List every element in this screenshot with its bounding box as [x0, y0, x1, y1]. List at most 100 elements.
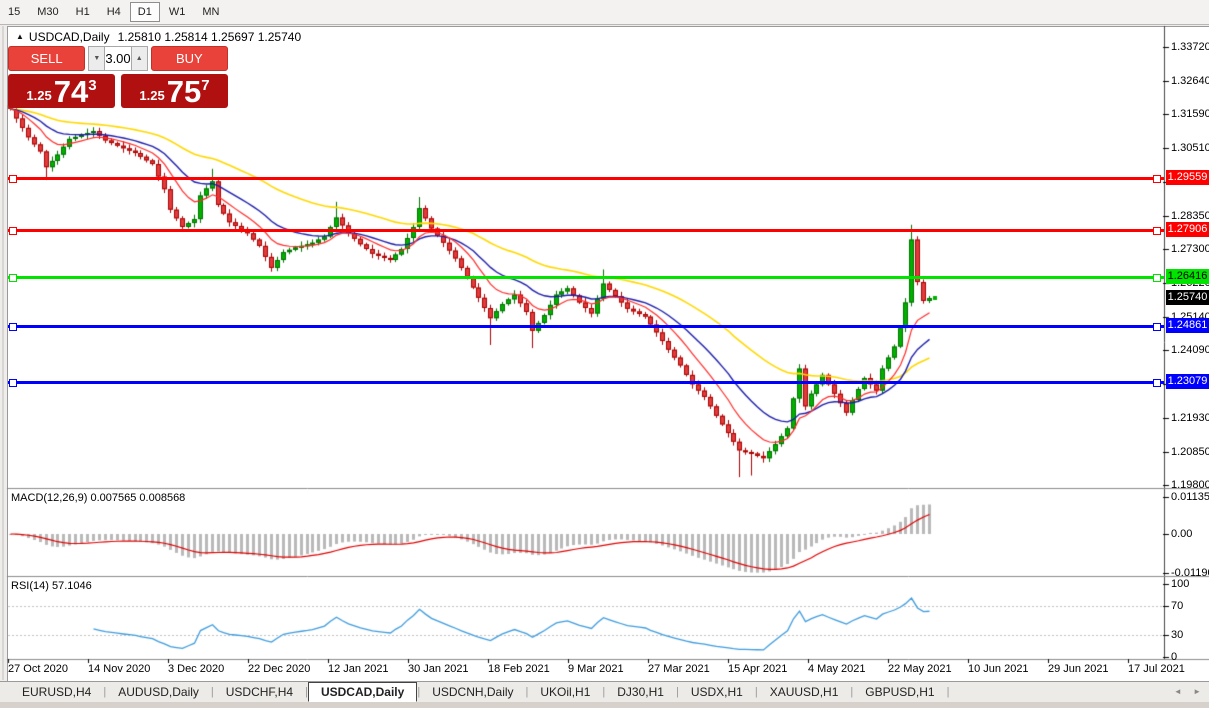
date-axis-label: 4 May 2021	[808, 663, 866, 675]
price-axis-label: 1.21930	[1171, 412, 1209, 424]
date-axis-label: 22 Dec 2020	[248, 663, 311, 675]
date-axis-label: 15 Apr 2021	[728, 663, 788, 675]
sell-button[interactable]: SELL	[8, 46, 86, 71]
tab-separator: |	[946, 686, 950, 698]
date-axis-label: 22 May 2021	[888, 663, 952, 675]
chart-title: ▲ USDCAD,Daily 1.25810 1.25814 1.25697 1.2…	[16, 30, 301, 44]
horizontal-line-1.26416[interactable]	[8, 274, 1164, 282]
buy-button[interactable]: BUY	[150, 46, 228, 71]
macd-values: 0.007565 0.008568	[90, 492, 186, 504]
chart-ohlc-values: 1.25810 1.25814 1.25697 1.25740	[117, 30, 302, 44]
period-button-h1[interactable]: H1	[68, 2, 98, 22]
price-tag-1.27906: 1.27906	[1166, 222, 1209, 237]
buy-price-prefix: 1.25	[139, 88, 165, 103]
price-axis-label: 1.28350	[1171, 210, 1209, 222]
rsi-axis-label: 30	[1171, 629, 1184, 641]
date-axis-label: 14 Nov 2020	[88, 663, 151, 675]
buy-price-display[interactable]: 1.25 75 7	[121, 74, 228, 108]
horizontal-line-1.23079[interactable]	[8, 379, 1164, 387]
tab-scroll-arrows: ◄ ►	[1165, 687, 1201, 696]
macd-axis-label: 0.00	[1171, 528, 1193, 540]
date-axis-label: 18 Feb 2021	[488, 663, 550, 675]
chart-tab-bar: EURUSD,H4 | AUDUSD,Daily | USDCHF,H4 | USDCAD,…	[0, 681, 1209, 702]
price-tag-1.29559: 1.29559	[1166, 170, 1209, 185]
date-axis-label: 27 Oct 2020	[8, 663, 68, 675]
current-price-tag: 1.25740	[1166, 290, 1209, 305]
period-button-d1[interactable]: D1	[129, 2, 160, 22]
volume-increase-button[interactable]: ▲	[130, 46, 148, 71]
chart-tab-dj30-h1[interactable]: DJ30,H1	[605, 683, 676, 701]
price-axis-label: 1.32640	[1171, 75, 1209, 87]
sell-price-display[interactable]: 1.25 74 3	[8, 74, 115, 108]
rsi-axis-label: 70	[1171, 600, 1184, 612]
volume-increase-icon: ▲	[135, 55, 143, 62]
date-axis-label: 3 Dec 2020	[168, 663, 225, 675]
chart-tab-eurusd-h4[interactable]: EURUSD,H4	[10, 683, 103, 701]
chart-tab-xauusd-h1[interactable]: XAUUSD,H1	[758, 683, 851, 701]
chart-tab-usdx-h1[interactable]: USDX,H1	[679, 683, 755, 701]
period-button-w1[interactable]: W1	[161, 2, 194, 22]
period-button-mn[interactable]: MN	[194, 2, 227, 22]
horizontal-line-1.29559[interactable]	[8, 175, 1164, 183]
line-handle[interactable]	[1153, 227, 1161, 235]
rsi-axis-label: 100	[1171, 578, 1190, 590]
price-axis-label: 1.30510	[1171, 142, 1209, 154]
line-handle[interactable]	[1153, 175, 1161, 183]
tab-scroll-right-icon[interactable]: ►	[1193, 687, 1201, 696]
date-axis-label: 29 Jun 2021	[1048, 663, 1109, 675]
period-button-m30[interactable]: M30	[29, 2, 66, 22]
line-handle[interactable]	[9, 274, 17, 282]
line-handle[interactable]	[1153, 274, 1161, 282]
chart-tab-usdcnh-daily[interactable]: USDCNH,Daily	[420, 683, 525, 701]
date-axis-label: 12 Jan 2021	[328, 663, 389, 675]
price-axis-label: 1.19800	[1171, 479, 1209, 491]
rsi-axis-label: 0	[1171, 651, 1178, 663]
volume-decrease-icon: ▼	[93, 55, 101, 62]
price-axis-label: 1.20850	[1171, 446, 1209, 458]
buy-price-big: 75	[166, 74, 202, 109]
line-handle[interactable]	[9, 323, 17, 331]
date-axis-label: 10 Jun 2021	[968, 663, 1029, 675]
line-handle[interactable]	[9, 175, 17, 183]
macd-label: MACD(12,26,9) 0.007565 0.008568	[11, 492, 185, 504]
tab-scroll-left-icon[interactable]: ◄	[1174, 687, 1182, 696]
date-axis-label: 27 Mar 2021	[648, 663, 710, 675]
rsi-value: 57.1046	[51, 580, 92, 592]
date-axis-label: 30 Jan 2021	[408, 663, 469, 675]
chart-symbol-label: USDCAD,Daily	[28, 30, 110, 44]
buy-price-pip: 7	[201, 77, 210, 94]
price-axis-label: 1.31590	[1171, 108, 1209, 120]
period-button-15[interactable]: 15	[0, 2, 28, 22]
collapse-icon[interactable]: ▲	[16, 32, 24, 41]
price-axis-label: 1.33720	[1171, 41, 1209, 53]
date-axis-label: 17 Jul 2021	[1128, 663, 1185, 675]
volume-decrease-button[interactable]: ▼	[88, 46, 106, 71]
one-click-trading-panel: SELL ▼ 3.00 ▲ BUY 1.25 74 3 1.25 75 7	[8, 46, 228, 108]
chart-tab-gbpusd-h1[interactable]: GBPUSD,H1	[853, 683, 946, 701]
line-handle[interactable]	[1153, 323, 1161, 331]
sell-price-prefix: 1.25	[26, 88, 52, 103]
chart-tab-audusd-daily[interactable]: AUDUSD,Daily	[106, 683, 211, 701]
chart-tab-ukoil-h1[interactable]: UKOil,H1	[528, 683, 602, 701]
price-tag-1.24861: 1.24861	[1166, 318, 1209, 333]
volume-input[interactable]: 3.00	[105, 46, 131, 71]
price-axis-label: 1.24090	[1171, 344, 1209, 356]
macd-name: MACD(12,26,9)	[11, 492, 88, 504]
rsi-label: RSI(14) 57.1046	[11, 580, 92, 592]
date-axis-label: 9 Mar 2021	[568, 663, 624, 675]
period-button-h4[interactable]: H4	[99, 2, 129, 22]
line-handle[interactable]	[9, 227, 17, 235]
sell-price-pip: 3	[88, 77, 97, 94]
sell-price-big: 74	[53, 74, 89, 109]
rsi-name: RSI(14)	[11, 580, 49, 592]
price-axis-label: 1.27300	[1171, 243, 1209, 255]
line-handle[interactable]	[9, 379, 17, 387]
chart-tab-usdchf-h4[interactable]: USDCHF,H4	[214, 683, 305, 701]
chart-tab-usdcad-daily[interactable]: USDCAD,Daily	[307, 682, 418, 702]
line-handle[interactable]	[1153, 379, 1161, 387]
price-tag-1.23079: 1.23079	[1166, 374, 1209, 389]
macd-axis-label: 0.01135	[1171, 491, 1209, 503]
status-strip	[0, 702, 1209, 708]
horizontal-line-1.27906[interactable]	[8, 227, 1164, 235]
horizontal-line-1.24861[interactable]	[8, 323, 1164, 331]
